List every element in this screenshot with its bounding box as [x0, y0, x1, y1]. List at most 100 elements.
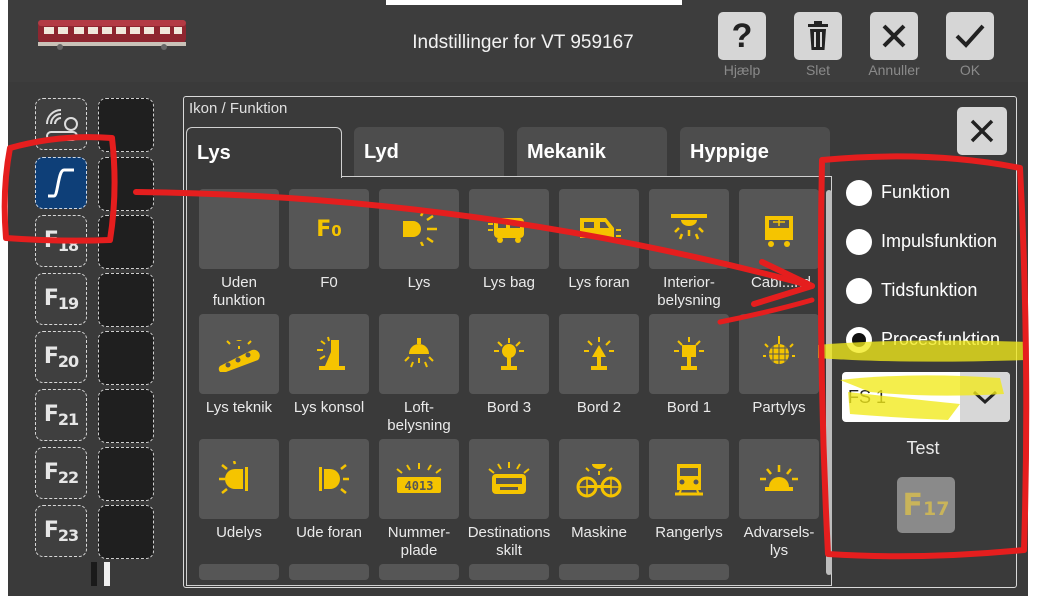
function-action-slot[interactable] [98, 215, 154, 269]
icon-tile-partial[interactable] [199, 564, 279, 580]
function-action-slot[interactable] [98, 98, 154, 152]
function-action-slot[interactable] [98, 331, 154, 385]
close-panel-button[interactable] [957, 107, 1007, 155]
function-slot-f23[interactable]: F23 [35, 505, 87, 557]
function-number: 23 [57, 525, 79, 545]
icon-tile-maskine[interactable] [559, 439, 639, 519]
function-slot-radio[interactable] [35, 98, 87, 150]
icon-tile-udelys[interactable] [199, 439, 279, 519]
function-slot-f18[interactable]: F18 [35, 215, 87, 267]
icon-tile-partial[interactable] [559, 564, 639, 580]
test-button[interactable]: F17 [897, 477, 955, 533]
function-number: 22 [57, 467, 79, 487]
icon-tile-partylys[interactable] [739, 314, 819, 394]
page-title: Indstillinger for VT 959167 [412, 32, 634, 53]
function-slot-process[interactable] [35, 157, 87, 209]
function-number: 18 [57, 235, 79, 255]
icon-label-text: Uden funktion [212, 274, 266, 309]
top-strip [386, 0, 682, 5]
function-action-slot[interactable] [98, 447, 154, 501]
process-select[interactable]: FS 1 [842, 372, 1010, 422]
grid-scrollbar[interactable] [826, 190, 832, 575]
number-plate-text: 4013 [405, 479, 434, 493]
icon-tile-lys-bag[interactable] [469, 189, 549, 269]
icon-tile-f0[interactable]: F0 [289, 189, 369, 269]
icon-tile-ude-foran[interactable] [289, 439, 369, 519]
icon-label: Lys bag [483, 274, 535, 291]
icon-tile-bord-1[interactable] [649, 314, 729, 394]
icon-label: Lys foran [568, 274, 630, 291]
icon-label: Cabl...nd [750, 274, 812, 291]
cancel-label: Annuller [868, 62, 920, 78]
warning-light-icon [760, 465, 798, 491]
function-action-slot[interactable] [98, 273, 154, 327]
icon-tile-partial[interactable] [289, 564, 369, 580]
icon-tile-lys-konsol[interactable] [289, 314, 369, 394]
icon-tile-loft[interactable] [379, 314, 459, 394]
help-button[interactable]: ? Hjælp [716, 12, 768, 82]
icon-label: Bord 3 [486, 399, 532, 416]
icon-tile-nummerplade[interactable]: 4013 [379, 439, 459, 519]
function-action-slot[interactable] [98, 389, 154, 443]
outdoor-light-icon [219, 461, 248, 494]
tab-lys[interactable]: Lys [186, 127, 342, 178]
f0-icon: F0 [316, 216, 342, 242]
icon-tile-cab-light[interactable] [739, 189, 819, 269]
icon-label: F0 [320, 274, 338, 291]
icon-tile-lys-teknik[interactable] [199, 314, 279, 394]
icon-tile-destinations[interactable] [469, 439, 549, 519]
icon-label: Partylys [752, 399, 806, 416]
icon-tile-lys[interactable] [379, 189, 459, 269]
icon-tile-partial[interactable] [649, 564, 729, 580]
table-lamp-icon [494, 338, 524, 370]
icon-tile-bord-2[interactable] [559, 314, 639, 394]
f17-icon: F17 [903, 488, 950, 523]
function-slot-f19[interactable]: F19 [35, 273, 87, 325]
help-label: Hjælp [723, 62, 761, 78]
chevron-down-icon[interactable] [960, 372, 1010, 422]
function-number: 21 [57, 409, 79, 429]
function-slot-f21[interactable]: F21 [35, 389, 87, 441]
engine-light-icon [218, 340, 260, 372]
disco-ball-icon [763, 336, 795, 364]
ok-button[interactable]: OK [944, 12, 996, 82]
headlight-icon [403, 212, 437, 246]
function-slot-f22[interactable]: F22 [35, 447, 87, 499]
panel-title: Ikon / Funktion [189, 100, 288, 117]
icon-label: Lys teknik [205, 399, 273, 416]
icon-tile-bord-3[interactable] [469, 314, 549, 394]
close-icon [970, 119, 994, 143]
destination-sign-icon [488, 462, 530, 494]
function-action-slot[interactable] [98, 157, 154, 211]
radio-funktion[interactable] [846, 180, 872, 206]
radio-procesfunktion[interactable] [846, 327, 872, 353]
radio-tidsfunktion[interactable] [846, 278, 872, 304]
function-slot-f20[interactable]: F20 [35, 331, 87, 383]
tab-mekanik[interactable]: Mekanik [517, 127, 667, 177]
app-window: Indstillinger for VT 959167 ? Hjælp Slet… [8, 0, 1028, 596]
icon-label: Lys [407, 274, 431, 291]
icon-tile-advarselslys[interactable] [739, 439, 819, 519]
cab-light-icon [765, 216, 793, 247]
icon-tile-interior[interactable] [649, 189, 729, 269]
icon-tile-rangerlys[interactable] [649, 439, 729, 519]
process-select-value: FS 1 [848, 387, 887, 407]
icon-label: Ude foran [296, 524, 362, 541]
icon-tile-partial[interactable] [379, 564, 459, 580]
icon-tile-none[interactable] [199, 189, 279, 269]
close-icon [882, 24, 906, 48]
icon-label: Uden funktion [189, 274, 289, 310]
delete-button[interactable]: Slet [792, 12, 844, 82]
icon-tile-partial[interactable] [469, 564, 549, 580]
radio-impulsfunktion[interactable] [846, 229, 872, 255]
icon-tile-lys-foran[interactable] [559, 189, 639, 269]
icon-label: Advarsels- lys [729, 524, 829, 560]
icon-label: Loft- belysning [369, 399, 469, 435]
function-letter: F [43, 459, 59, 485]
function-action-slot[interactable] [98, 505, 154, 559]
tab-lyd[interactable]: Lyd [354, 127, 504, 177]
icon-label: Interior- belysning [639, 274, 739, 310]
tab-hyppige[interactable]: Hyppige [680, 127, 830, 177]
cancel-button[interactable]: Annuller [868, 12, 920, 82]
pause-icon[interactable] [91, 562, 115, 586]
